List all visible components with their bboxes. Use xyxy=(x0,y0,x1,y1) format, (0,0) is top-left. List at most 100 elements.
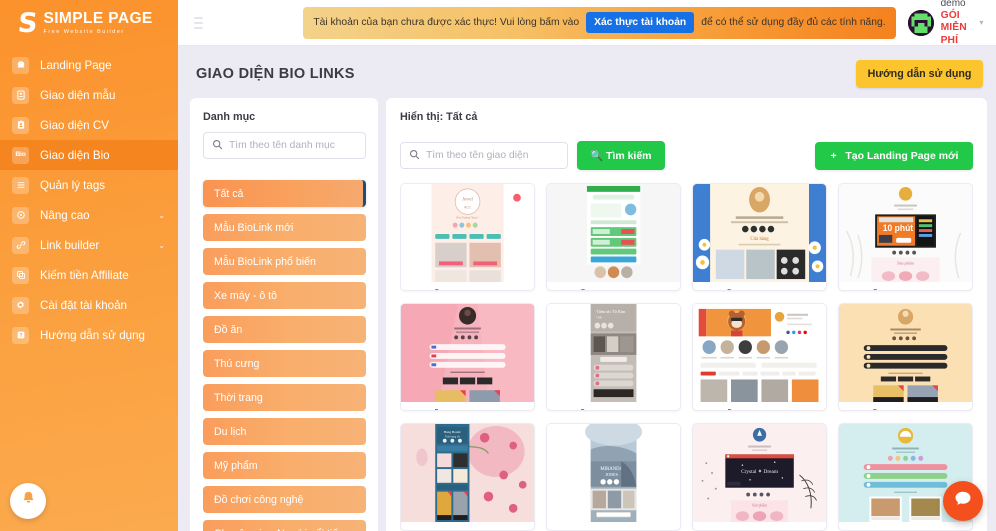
bio-icon: Bio xyxy=(12,146,29,164)
template-card-name xyxy=(547,522,680,530)
svg-text:Tiệm tóc Tô Kim: Tiệm tóc Tô Kim xyxy=(597,309,627,314)
copy-icon xyxy=(12,266,29,284)
category-item-6[interactable]: Thời trang xyxy=(203,384,366,411)
template-grid: Jewel ACC For Today You ! Cửa hàng 10 ph… xyxy=(400,183,974,531)
template-card[interactable]: Tiệm tóc Tô Kim Hair xyxy=(546,303,682,411)
template-thumbnail: Cửa hàng xyxy=(693,184,827,282)
template-card-name xyxy=(839,522,972,530)
template-card-name: Mẫu Bio Page 109 xyxy=(401,402,534,410)
create-button-label: Tạo Landing Page mới xyxy=(845,149,959,162)
template-card[interactable]: Mẫu Bio Page 109 xyxy=(400,303,536,411)
category-item-5[interactable]: Thú cưng xyxy=(203,350,366,377)
template-card-name: Mẫu Bio Page 113 xyxy=(693,282,826,290)
search-button[interactable]: 🔍 Tìm kiếm xyxy=(577,141,665,170)
sidebar-item-advanced[interactable]: Nâng cao ⌄ xyxy=(0,200,178,230)
category-item-8[interactable]: Mỹ phẩm xyxy=(203,452,366,479)
sidebar-item-template[interactable]: Giao diện mẫu xyxy=(0,80,178,110)
template-search-input[interactable] xyxy=(426,150,559,161)
avatar xyxy=(907,9,934,36)
template-card[interactable]: Crystal ✦ Dream Sản phẩm xyxy=(692,423,828,531)
sidebar-item-link-builder[interactable]: Link builder ⌄ xyxy=(0,230,178,260)
sidebar-item-label: Quản lý tags xyxy=(40,178,106,192)
verify-account-button[interactable]: Xác thực tài khoản xyxy=(586,12,695,33)
user-name: demo xyxy=(940,0,966,9)
category-item-3[interactable]: Xe máy - ô tô xyxy=(203,282,366,309)
brand-title: SIMPLE PAGE xyxy=(43,9,153,27)
svg-text:?: ? xyxy=(19,333,22,339)
sidebar-item-label: Cài đặt tài khoản xyxy=(40,298,128,312)
category-item-10[interactable]: Chuyên gia - Người nổi tiếng xyxy=(203,520,366,531)
category-search-box[interactable] xyxy=(203,132,366,159)
sidebar-item-label: Link builder xyxy=(40,238,100,252)
template-card[interactable]: MIRANDA JONES xyxy=(546,423,682,531)
category-item-1[interactable]: Mẫu BioLink mới xyxy=(203,214,366,241)
category-item-9[interactable]: Đồ chơi công nghệ xyxy=(203,486,366,513)
sidebar-item-guide[interactable]: ? Hướng dẫn sử dụng xyxy=(0,320,178,350)
category-item-0[interactable]: Tất cả xyxy=(203,180,366,207)
brand-logo[interactable]: S SIMPLE PAGE Free Website Builder xyxy=(0,0,178,46)
cv-icon xyxy=(12,116,29,134)
category-item-7[interactable]: Du lịch xyxy=(203,418,366,445)
sidebar-item-affiliate[interactable]: Kiếm tiền Affiliate xyxy=(0,260,178,290)
template-card[interactable]: Jewel ACC For Today You ! xyxy=(400,183,536,291)
verification-alert-banner: Tài khoản của bạn chưa được xác thực! Vu… xyxy=(303,6,896,39)
sidebar-item-bio[interactable]: Bio Giao diện Bio xyxy=(0,140,178,170)
panels-container: Danh mục Tất cả Mẫu BioLink mới Mẫu BioL… xyxy=(178,98,996,531)
svg-text:JONES: JONES xyxy=(606,472,619,477)
chat-bubble-icon xyxy=(953,489,973,514)
user-menu[interactable]: demo GÓI MIỄN PHÍ ▾ xyxy=(907,0,984,47)
question-icon: ? xyxy=(12,326,29,344)
brand-subtitle: Free Website Builder xyxy=(43,29,125,36)
notification-bell-button[interactable] xyxy=(10,483,46,519)
sidebar-item-cv[interactable]: Giao diện CV xyxy=(0,110,178,140)
template-card[interactable]: Cửa hàng xyxy=(692,183,828,291)
globe-icon xyxy=(12,56,29,74)
sidebar-item-landing-page[interactable]: Landing Page xyxy=(0,50,178,80)
template-search-box[interactable] xyxy=(400,142,568,169)
svg-text:Thời trang nữ: Thời trang nữ xyxy=(445,436,460,439)
magnifier-icon: 🔍 xyxy=(590,150,604,162)
sidebar-item-label: Landing Page xyxy=(40,58,112,72)
svg-text:Hair: Hair xyxy=(597,316,604,320)
svg-text:Hang Boutic: Hang Boutic xyxy=(444,430,462,434)
template-card-name: Mẫu Bio Page 115 xyxy=(547,282,680,290)
create-landing-page-button[interactable]: + Tạo Landing Page mới xyxy=(815,141,974,170)
sidebar-item-account-settings[interactable]: Cài đặt tài khoản xyxy=(0,290,178,320)
category-item-2[interactable]: Mẫu BioLink phổ biến xyxy=(203,248,366,275)
template-thumbnail: Tiệm tóc Tô Kim Hair xyxy=(547,304,681,402)
category-item-4[interactable]: Đồ ăn xyxy=(203,316,366,343)
template-thumbnail: Hang Boutic Thời trang nữ xyxy=(401,424,535,522)
sidebar-item-label: Hướng dẫn sử dụng xyxy=(40,328,145,342)
template-card[interactable]: 10 phút Sản phẩm xyxy=(838,183,974,291)
alert-text-before: Tài khoản của bạn chưa được xác thực! Vu… xyxy=(313,17,580,28)
template-card[interactable]: Mẫu Bio Page 115 xyxy=(546,183,682,291)
search-icon xyxy=(212,137,223,155)
category-search-input[interactable] xyxy=(229,140,362,151)
chevron-down-icon: ▾ xyxy=(979,18,984,27)
template-icon xyxy=(12,86,29,104)
template-thumbnail: 10 phút Sản phẩm xyxy=(839,184,973,282)
topbar: Tài khoản của bạn chưa được xác thực! Vu… xyxy=(178,0,996,46)
svg-text:Sản phẩm: Sản phẩm xyxy=(897,260,915,265)
template-card[interactable]: Hang Boutic Thời trang nữ xyxy=(400,423,536,531)
sidebar: S SIMPLE PAGE Free Website Builder Landi… xyxy=(0,0,178,531)
template-card[interactable]: Mẫu Bio Page 106 xyxy=(838,303,974,411)
sidebar-item-tags[interactable]: Quản lý tags xyxy=(0,170,178,200)
guide-button[interactable]: Hướng dẫn sử dụng xyxy=(855,60,984,88)
template-card-name: Mẫu Bio Page 108 xyxy=(547,402,680,410)
svg-text:Cửa hàng: Cửa hàng xyxy=(751,237,770,242)
template-panel-title: Hiển thị: Tất cả xyxy=(400,111,478,123)
hamburger-icon[interactable] xyxy=(194,16,204,29)
template-thumbnail xyxy=(401,304,535,402)
template-thumbnail: Jewel ACC For Today You ! xyxy=(401,184,535,282)
svg-text:Jewel: Jewel xyxy=(462,198,473,203)
search-button-label: Tìm kiếm xyxy=(606,150,652,162)
template-card-name: Mẫu Bio Page 111 xyxy=(693,402,826,410)
sidebar-item-label: Giao diện mẫu xyxy=(40,88,116,102)
bell-icon xyxy=(20,490,37,512)
category-panel-title: Danh mục xyxy=(203,111,256,123)
user-plan-badge: GÓI MIỄN PHÍ xyxy=(940,9,967,46)
plus-icon: + xyxy=(830,149,837,162)
template-card-name xyxy=(401,522,534,530)
template-card[interactable]: Mẫu Bio Page 111 xyxy=(692,303,828,411)
